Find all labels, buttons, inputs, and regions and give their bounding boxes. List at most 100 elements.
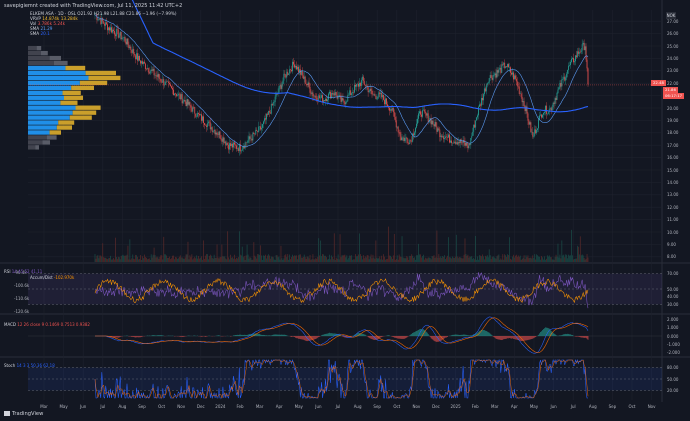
macd-histogram-bar [515, 336, 516, 340]
macd-histogram-bar [539, 333, 540, 337]
volume-bar [379, 256, 381, 262]
candle-body [581, 44, 583, 51]
candle-body [377, 96, 379, 99]
volume-bar [212, 258, 214, 262]
volume-bar [316, 258, 318, 262]
volume-bar [301, 257, 303, 262]
candle-body [232, 143, 233, 148]
macd-histogram-bar [363, 334, 365, 337]
tradingview-brand[interactable]: TradingView [4, 411, 43, 417]
macd-histogram-bar [379, 336, 381, 339]
volume-bar [109, 257, 110, 262]
macd-histogram-bar [271, 335, 273, 337]
macd-histogram-bar [158, 335, 160, 337]
macd-histogram-bar [361, 333, 363, 337]
volume-bar [168, 257, 169, 262]
macd-histogram-bar [270, 335, 272, 337]
candle-body [390, 109, 391, 111]
volume-bar [361, 259, 363, 262]
volume-bar [298, 255, 299, 262]
macd-histogram-bar [523, 336, 525, 341]
candle-body [294, 64, 295, 68]
candle-body [156, 75, 158, 77]
macd-histogram-bar [381, 336, 383, 338]
macd-histogram-bar [316, 336, 318, 339]
volume-bar [442, 255, 444, 262]
volume-bar [228, 257, 230, 262]
macd-histogram-bar [444, 336, 446, 339]
volume-profile-bar [28, 90, 63, 95]
volume-profile-bar-up [36, 46, 42, 51]
rsi-tick-label: 40.00 [667, 294, 679, 300]
candle-body [408, 143, 410, 145]
volume-bar [287, 254, 289, 262]
macd-histogram-bar [575, 336, 576, 337]
volume-bar [489, 255, 491, 262]
price-tick-label: 9.00 [667, 241, 676, 247]
candle-body [119, 31, 121, 36]
candle-body [487, 82, 489, 84]
time-tick-label: May [529, 404, 539, 409]
candle-body [503, 62, 505, 65]
macd-histogram-bar [389, 335, 390, 337]
candle-body [225, 141, 227, 146]
candle-body [436, 126, 438, 132]
macd-histogram-bar [398, 336, 400, 339]
volume-bar [163, 236, 165, 262]
volume-bar [484, 259, 485, 262]
volume-bar [345, 257, 347, 262]
time-tick-label: Dec [196, 404, 205, 409]
candle-body [153, 68, 155, 76]
volume-bar [110, 255, 111, 262]
macd-histogram-bar [330, 333, 331, 337]
candle-body [359, 82, 360, 87]
candle-body [427, 113, 429, 122]
macd-histogram-bar [412, 332, 414, 337]
macd-histogram-bar [268, 335, 270, 337]
volume-bar [173, 255, 174, 262]
accdist-tick-label: -120.6k [14, 309, 30, 314]
macd-histogram-bar [530, 336, 532, 340]
volume-bar [451, 258, 452, 262]
price-tick-label: 17.00 [667, 142, 679, 148]
macd-histogram-bar [146, 335, 148, 337]
candle-body [146, 68, 148, 70]
candle-body [214, 129, 216, 135]
macd-histogram-bar [553, 333, 555, 337]
stoch-tick-label: 50.00 [667, 376, 679, 382]
candle-body [171, 86, 172, 89]
volume-bar [511, 259, 512, 262]
time-tick-label: Mar [255, 404, 264, 409]
macd-histogram-bar [152, 335, 154, 337]
macd-histogram-bar [280, 334, 282, 337]
volume-profile-bar-up [58, 120, 75, 125]
candle-body [351, 93, 353, 96]
candle-body [478, 106, 479, 116]
volume-bar [434, 257, 436, 262]
candle-body [102, 17, 104, 22]
macd-histogram-bar [204, 336, 205, 337]
macd-histogram-bar [447, 336, 448, 337]
volume-bar [115, 256, 117, 262]
candle-body [181, 94, 183, 104]
volume-bar [251, 259, 253, 262]
rsi-tick-label: 70.00 [667, 271, 679, 277]
volume-bar [107, 259, 108, 262]
volume-bar [332, 259, 334, 262]
volume-bar [145, 256, 146, 262]
volume-bar [493, 257, 495, 262]
volume-bar [406, 255, 408, 262]
candle-body [216, 132, 218, 135]
volume-bar [195, 258, 197, 262]
volume-bar [501, 259, 503, 262]
stoch-label: Stoch [4, 363, 16, 368]
time-tick-label: Apr [510, 404, 518, 409]
volume-bar [523, 255, 525, 262]
candle-body [521, 96, 523, 103]
price-tick-label: 16.00 [667, 155, 679, 161]
volume-bar [358, 254, 359, 262]
volume-bar [484, 255, 486, 262]
volume-bar [558, 257, 560, 262]
volume-bar [391, 257, 392, 262]
candle-body [251, 138, 253, 141]
